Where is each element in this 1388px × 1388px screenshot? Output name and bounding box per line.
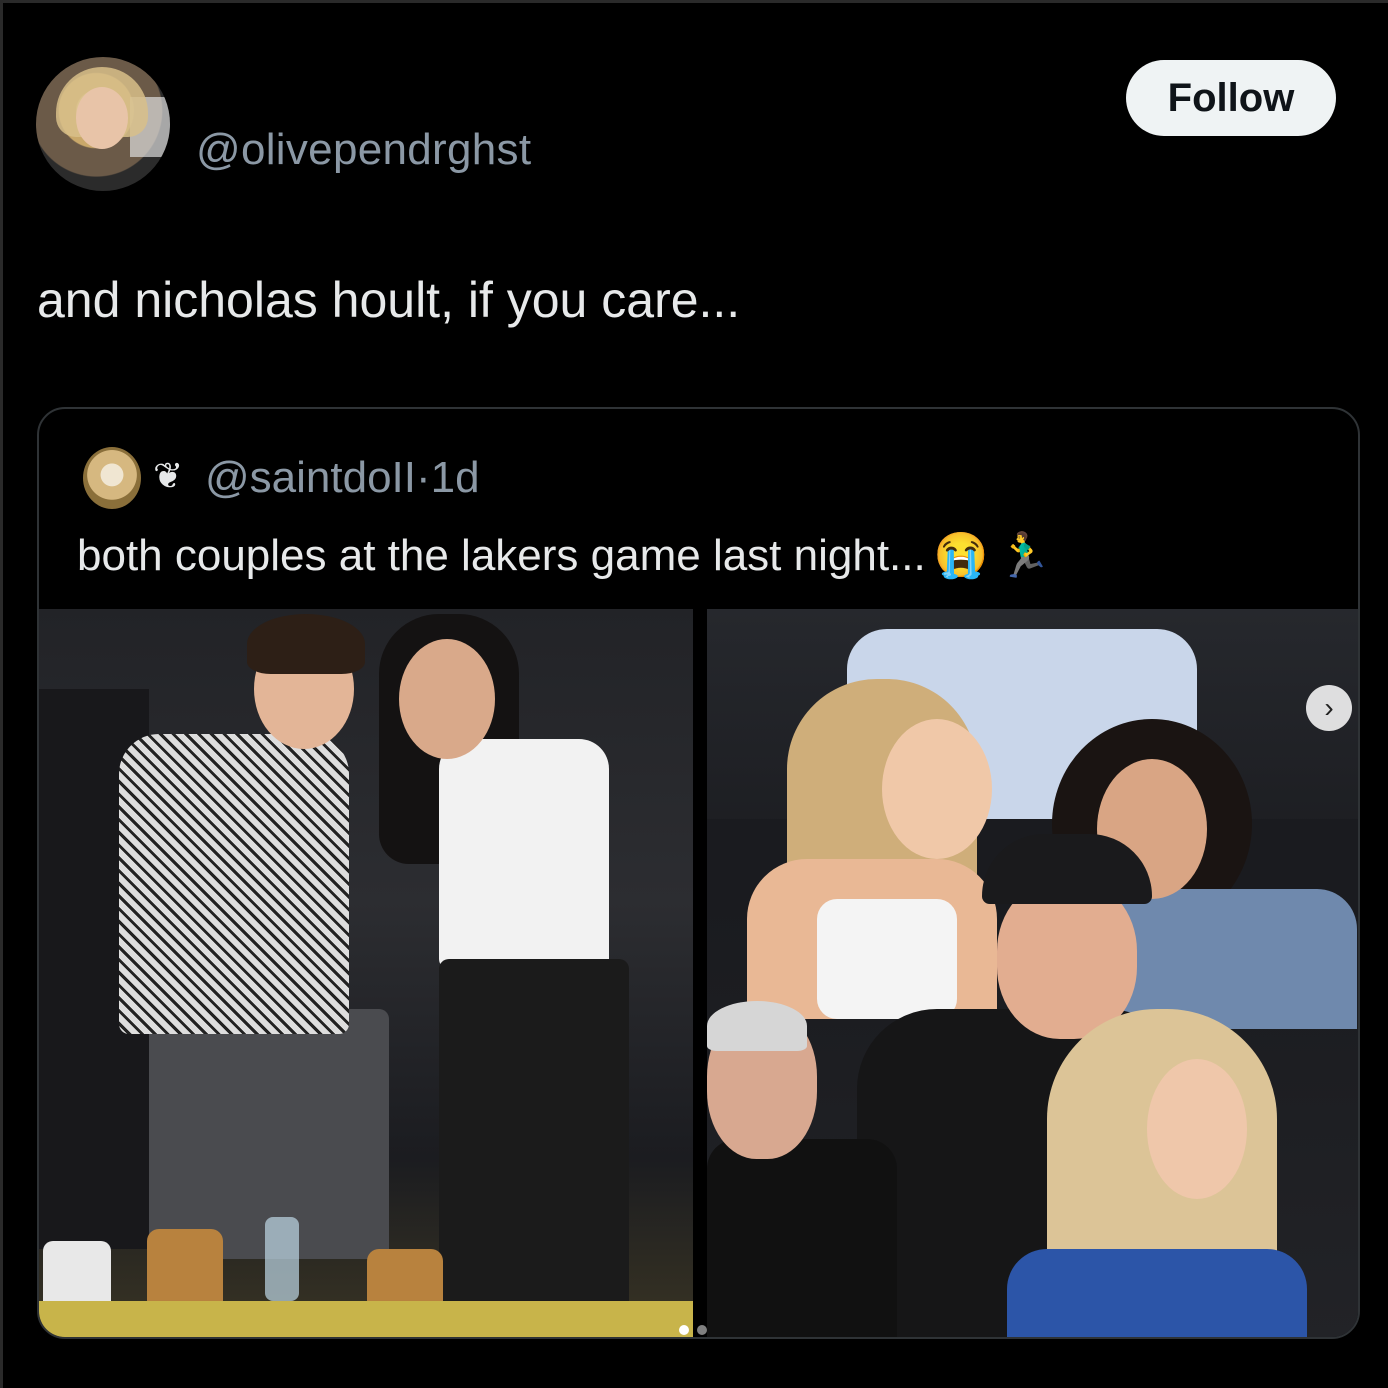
- author-handle[interactable]: @olivependrghst: [196, 125, 531, 175]
- photo-person-head: [1147, 1059, 1247, 1199]
- quoted-post-text-line: both couples at the lakers game last nig…: [77, 529, 1051, 581]
- photo-person-jacket: [119, 734, 349, 1034]
- photo-person-shirt: [1007, 1249, 1307, 1337]
- photo-floor: [39, 1301, 693, 1337]
- follow-button[interactable]: Follow: [1126, 60, 1336, 136]
- photo-person-top: [439, 739, 609, 969]
- photo-bottle: [265, 1217, 299, 1301]
- author-avatar[interactable]: [36, 57, 170, 191]
- carousel-indicator: [679, 1325, 707, 1335]
- photo-person-hair: [707, 1001, 807, 1051]
- quoted-post-time[interactable]: 1d: [431, 453, 480, 502]
- quoted-author-avatar[interactable]: [83, 447, 141, 509]
- crying-face-icon: 😭: [933, 531, 989, 580]
- photo-person-top: [817, 899, 957, 1019]
- avatar-face: [76, 87, 128, 149]
- photo-person-head: [399, 639, 495, 759]
- next-image-button[interactable]: ›: [1306, 685, 1352, 731]
- photo-person-hair: [247, 614, 365, 674]
- post-container: @olivependrghst Follow and nicholas houl…: [0, 0, 1388, 1388]
- media-gallery: ›: [39, 609, 1358, 1337]
- photo-person-legs: [439, 959, 629, 1319]
- chevron-right-icon: ›: [1324, 692, 1334, 723]
- quoted-handle-line: @saintdoII·1d: [205, 453, 480, 503]
- quoted-post-text: both couples at the lakers game last nig…: [77, 531, 926, 580]
- quoted-author-handle[interactable]: @saintdoII: [205, 453, 416, 502]
- media-photo-left[interactable]: [39, 609, 693, 1337]
- media-photo-right[interactable]: ›: [707, 609, 1358, 1337]
- carousel-dot[interactable]: [697, 1325, 707, 1335]
- photo-person-head: [882, 719, 992, 859]
- carousel-dot-active[interactable]: [679, 1325, 689, 1335]
- quoted-post-card[interactable]: ❦ @saintdoII·1d both couples at the lake…: [37, 407, 1360, 1339]
- photo-person-jacket: [707, 1139, 897, 1337]
- meta-separator: ·: [416, 453, 431, 502]
- post-text: and nicholas hoult, if you care...: [37, 272, 741, 328]
- heart-icon: ❦: [153, 455, 184, 496]
- running-man-icon: 🏃‍♂️: [996, 531, 1052, 580]
